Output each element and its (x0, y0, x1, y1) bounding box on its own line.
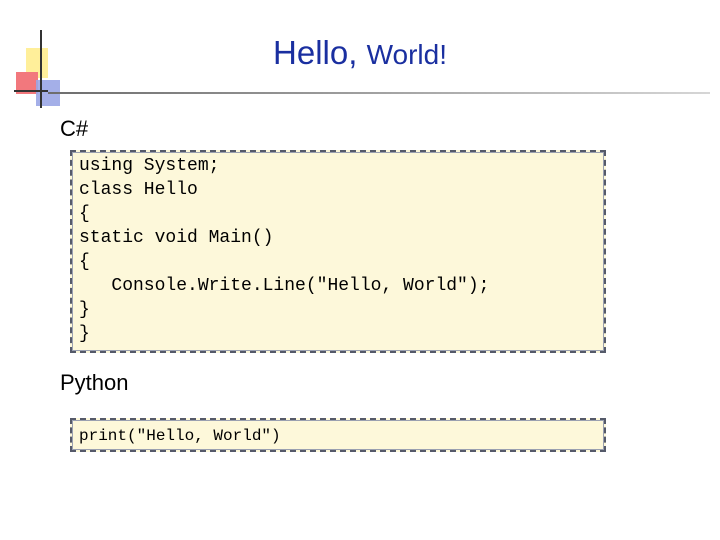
code-line: class Hello (79, 180, 198, 200)
code-line: using System; (79, 156, 220, 176)
code-line: } (79, 324, 90, 344)
code-block-csharp: using System; class Hello { static void … (70, 150, 606, 353)
code-line: { (79, 204, 90, 224)
title-underline-rule (48, 92, 710, 94)
slide-title-tail: World! (366, 39, 447, 70)
code-line: print("Hello, World") (79, 427, 281, 445)
section-heading-csharp: C# (60, 116, 89, 141)
code-line: { (79, 252, 90, 272)
slide-title-main: Hello, (273, 34, 367, 71)
code-block-python: print("Hello, World") (70, 418, 606, 452)
code-line: static void Main() (79, 228, 274, 248)
slide-title: Hello, World! (0, 34, 720, 72)
code-line: } (79, 300, 90, 320)
code-line: Console.Write.Line("Hello, World"); (79, 276, 490, 296)
section-heading-python: Python (60, 370, 129, 395)
decorative-horizontal-line (14, 90, 48, 92)
